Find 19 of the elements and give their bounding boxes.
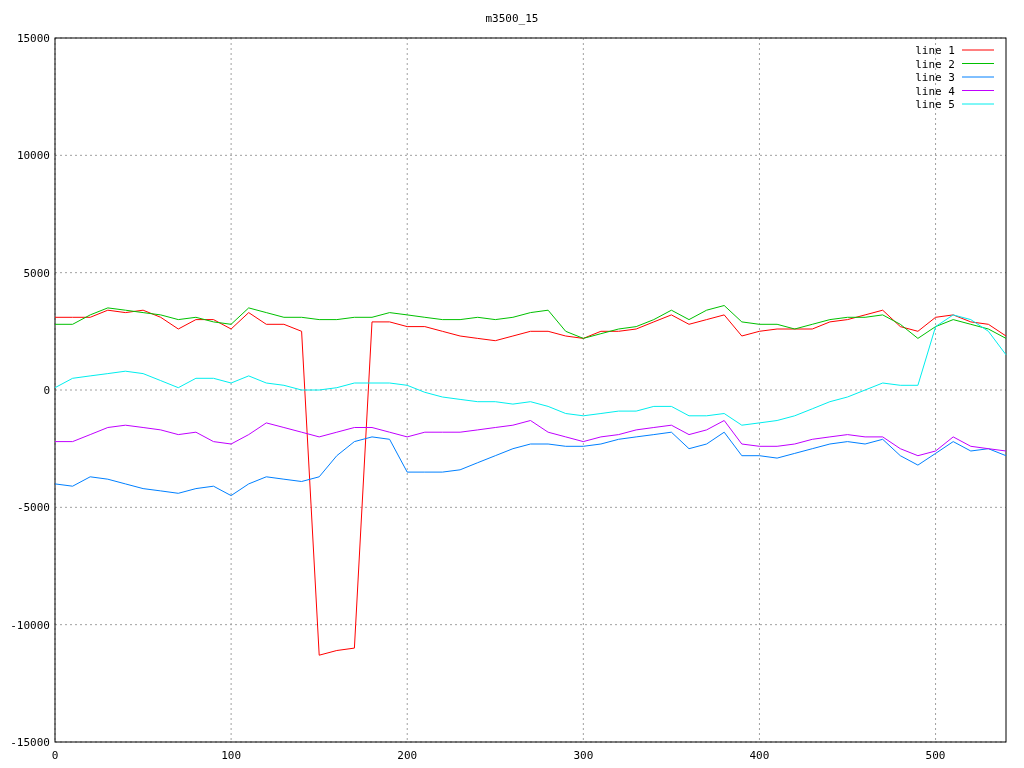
x-tick-label: 500 [925,749,946,762]
legend-label: line 5 [915,98,955,111]
legend-label: line 3 [915,71,955,84]
y-tick-label: 15000 [16,32,50,45]
y-tick-label: 0 [43,384,50,397]
y-tick-label: -15000 [10,736,50,749]
legend-label: line 1 [915,44,955,57]
y-tick-label: -5000 [16,501,50,515]
y-tick-label: -10000 [10,618,50,632]
x-tick-label: 100 [221,749,242,762]
x-tick-label: 400 [749,749,770,762]
x-tick-label: 200 [397,749,418,762]
y-tick-label: 10000 [16,149,50,163]
legend-label: line 2 [915,57,955,71]
x-tick-label: 300 [573,749,594,762]
legend-label: line 4 [915,84,955,98]
y-tick-label: 5000 [23,266,50,280]
x-tick-label: 0 [51,749,59,762]
chart-title: m3500_15 [485,12,539,25]
